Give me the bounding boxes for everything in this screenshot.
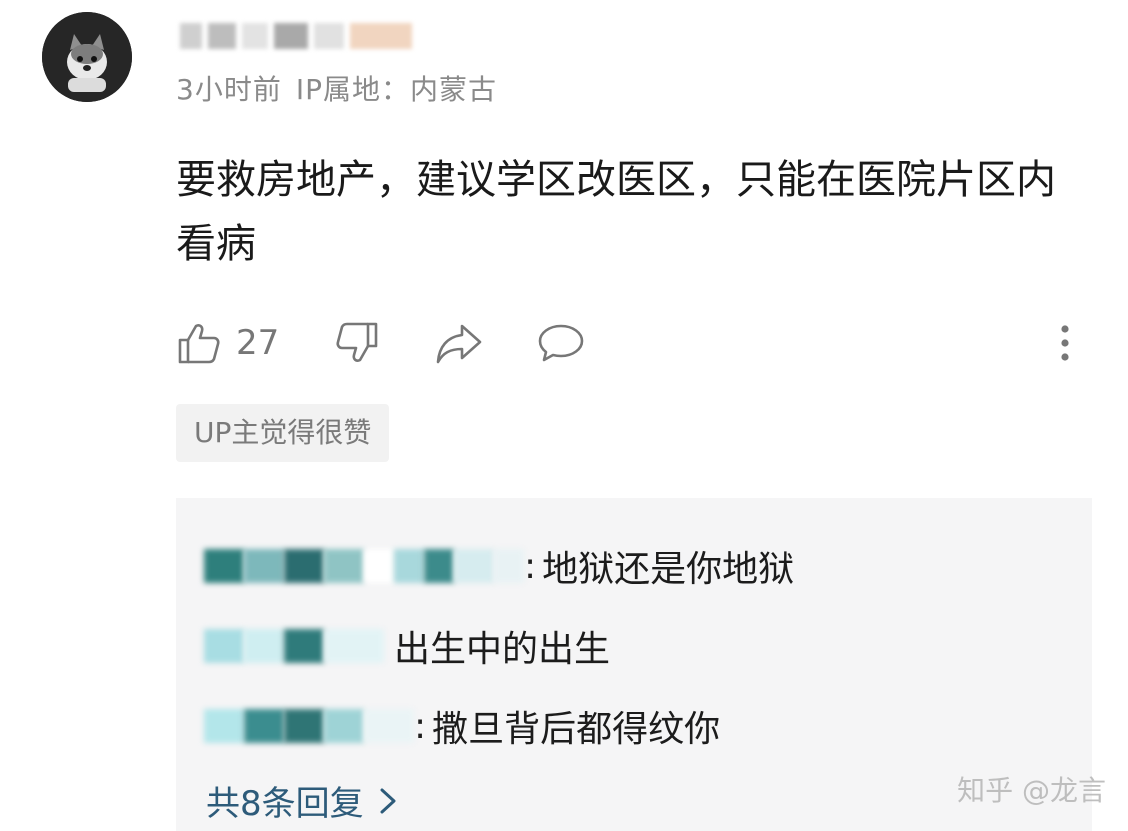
replies-panel: : 地狱还是你地狱 出生中的出生 : 撒旦背后都得纹你 共8条回复 xyxy=(176,498,1092,831)
reply-text: 出生中的出生 xyxy=(394,629,611,670)
reply-item[interactable]: : 地狱还是你地狱 xyxy=(204,536,794,596)
reply-separator: : xyxy=(414,705,427,747)
chevron-right-icon xyxy=(380,788,396,813)
comment-text: 要救房地产，建议学区改医区，只能在医院片区内看病 xyxy=(176,157,1056,267)
more-replies-label: 共8条回复 xyxy=(206,784,364,824)
view-all-replies-link[interactable]: 共8条回复 xyxy=(206,776,398,825)
comment-actions: 27 xyxy=(176,315,1086,375)
like-icon xyxy=(178,324,220,364)
reply-item[interactable]: : 撒旦背后都得纹你 xyxy=(204,696,720,756)
reply-text: 撒旦背后都得纹你 xyxy=(432,709,721,750)
dislike-icon xyxy=(336,322,378,362)
dislike-button[interactable] xyxy=(334,315,380,371)
reply-icon xyxy=(538,324,584,362)
zhihu-watermark: 知乎 @龙言 xyxy=(957,774,1106,807)
ip-location: IP属地：内蒙古 xyxy=(295,73,497,106)
reply-separator: : xyxy=(524,545,537,587)
cat-avatar-image xyxy=(42,12,132,102)
reply-username-redacted xyxy=(204,706,414,746)
reply-text: 地狱还是你地狱 xyxy=(542,549,795,590)
up-liked-badge: UP主觉得很赞 xyxy=(176,404,390,462)
username-redacted[interactable] xyxy=(180,14,460,58)
share-button[interactable] xyxy=(434,315,484,371)
comment-meta: 3小时前 IP属地：内蒙古 xyxy=(176,68,511,108)
more-options-button[interactable] xyxy=(1058,315,1072,371)
share-icon xyxy=(436,324,482,364)
like-button[interactable]: 27 xyxy=(176,315,279,371)
more-icon xyxy=(1061,325,1069,361)
reply-username-redacted xyxy=(204,546,524,586)
reply-item[interactable]: 出生中的出生 xyxy=(204,616,610,676)
avatar[interactable] xyxy=(42,12,132,102)
comment-time: 3小时前 xyxy=(176,73,282,106)
reply-username-redacted xyxy=(204,626,384,666)
like-count: 27 xyxy=(236,323,280,363)
reply-button[interactable] xyxy=(536,315,586,371)
